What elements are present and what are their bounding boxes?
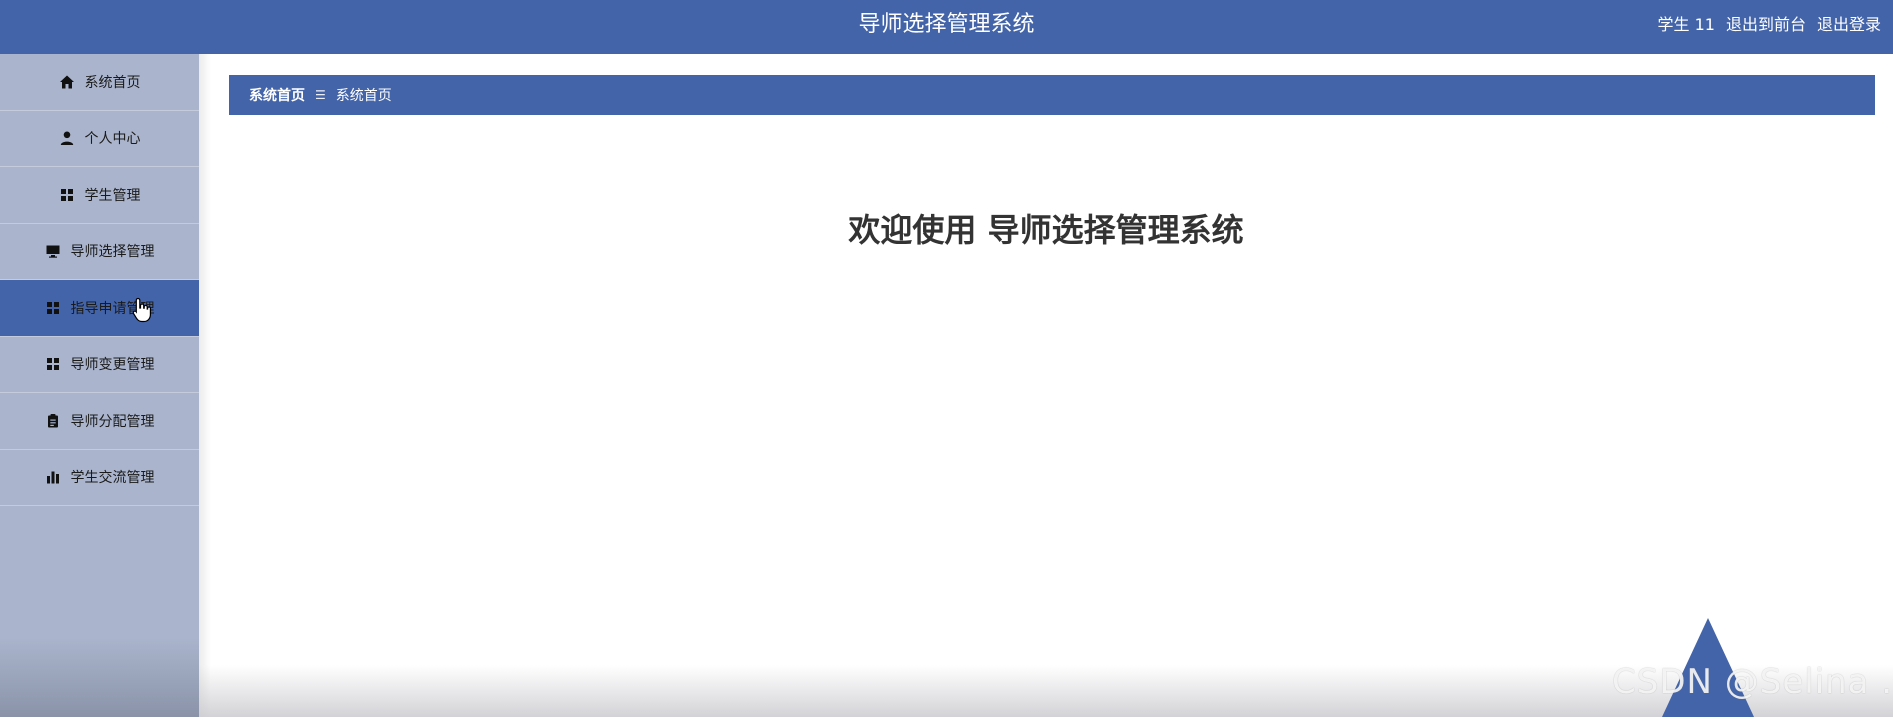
breadcrumb-home-link[interactable]: 系统首页 bbox=[249, 85, 305, 105]
user-icon bbox=[59, 130, 75, 146]
breadcrumb-separator-icon: ☰ bbox=[315, 88, 326, 102]
monitor-icon bbox=[45, 243, 61, 259]
top-header: 导师选择管理系统 学生 11 退出到前台 退出登录 bbox=[0, 0, 1893, 54]
hand-cursor-icon bbox=[132, 297, 152, 323]
sidebar-item-mentor-selection[interactable]: 导师选择管理 bbox=[0, 224, 199, 280]
welcome-heading: 欢迎使用 导师选择管理系统 bbox=[848, 211, 1244, 249]
sidebar-item-home[interactable]: 系统首页 bbox=[0, 54, 199, 111]
grid-icon bbox=[45, 300, 61, 316]
sidebar-item-mentor-change[interactable]: 导师变更管理 bbox=[0, 337, 199, 393]
sidebar-menu: 系统首页 个人中心 学生管理 导师选择管理 指导申请管理 导师变更管理 导师分配… bbox=[0, 54, 199, 717]
sidebar-item-label: 学生交流管理 bbox=[70, 470, 155, 487]
sidebar-shadow bbox=[199, 54, 211, 717]
current-user: 学生 11 bbox=[1657, 15, 1715, 34]
sidebar-item-student-management[interactable]: 学生管理 bbox=[0, 167, 199, 224]
sidebar-item-student-communication[interactable]: 学生交流管理 bbox=[0, 450, 199, 506]
header-actions: 学生 11 退出到前台 退出登录 bbox=[1658, 0, 1881, 50]
breadcrumb-current: 系统首页 bbox=[335, 88, 392, 104]
bar-chart-icon bbox=[45, 469, 61, 485]
sidebar-item-label: 学生管理 bbox=[84, 187, 141, 204]
app-title: 导师选择管理系统 bbox=[858, 12, 1035, 37]
grid-icon bbox=[45, 356, 61, 372]
sidebar-item-label: 个人中心 bbox=[84, 131, 141, 148]
grid-icon bbox=[59, 187, 75, 203]
home-icon bbox=[59, 74, 75, 90]
back-to-front-link[interactable]: 退出到前台 bbox=[1726, 0, 1806, 50]
sidebar-item-label: 导师变更管理 bbox=[70, 357, 155, 374]
sidebar-item-guidance-application[interactable]: 指导申请管理 bbox=[0, 280, 199, 337]
sidebar-item-personal-center[interactable]: 个人中心 bbox=[0, 111, 199, 167]
clipboard-icon bbox=[45, 413, 61, 429]
sidebar-item-label: 导师选择管理 bbox=[70, 244, 155, 261]
sidebar-item-label: 导师分配管理 bbox=[70, 413, 155, 430]
sidebar-item-mentor-assignment[interactable]: 导师分配管理 bbox=[0, 393, 199, 450]
logout-link[interactable]: 退出登录 bbox=[1817, 0, 1881, 50]
breadcrumb: 系统首页 ☰ 系统首页 bbox=[229, 75, 1875, 115]
watermark: CSDN @Selina .a bbox=[1612, 662, 1893, 702]
sidebar-item-label: 系统首页 bbox=[84, 74, 141, 91]
